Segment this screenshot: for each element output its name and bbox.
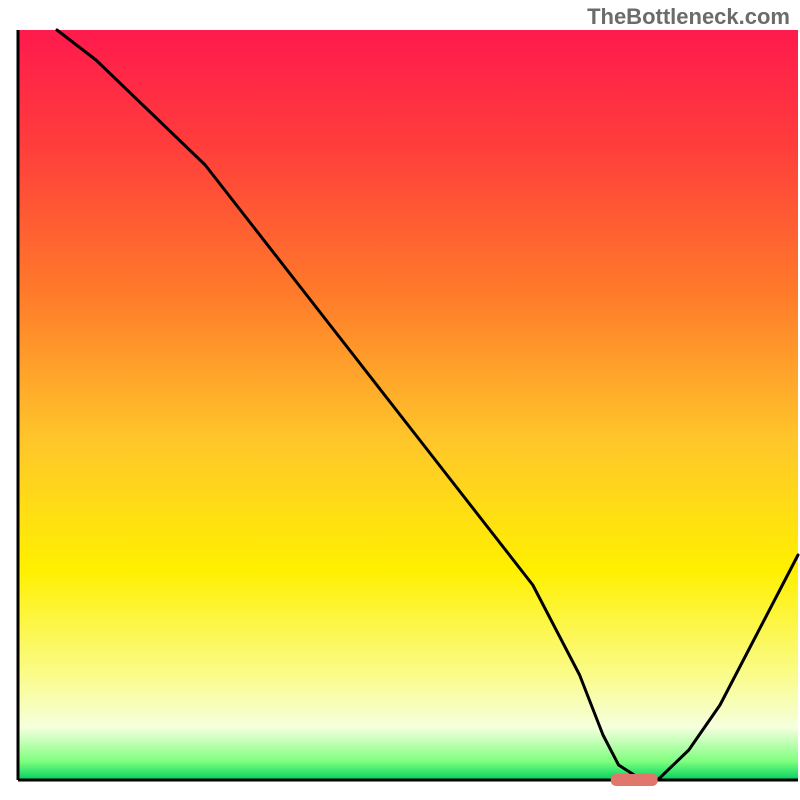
plot-background bbox=[18, 30, 798, 780]
optimal-marker bbox=[611, 774, 658, 786]
watermark-text: TheBottleneck.com bbox=[587, 4, 790, 30]
chart-svg bbox=[0, 0, 800, 800]
bottleneck-chart: TheBottleneck.com bbox=[0, 0, 800, 800]
